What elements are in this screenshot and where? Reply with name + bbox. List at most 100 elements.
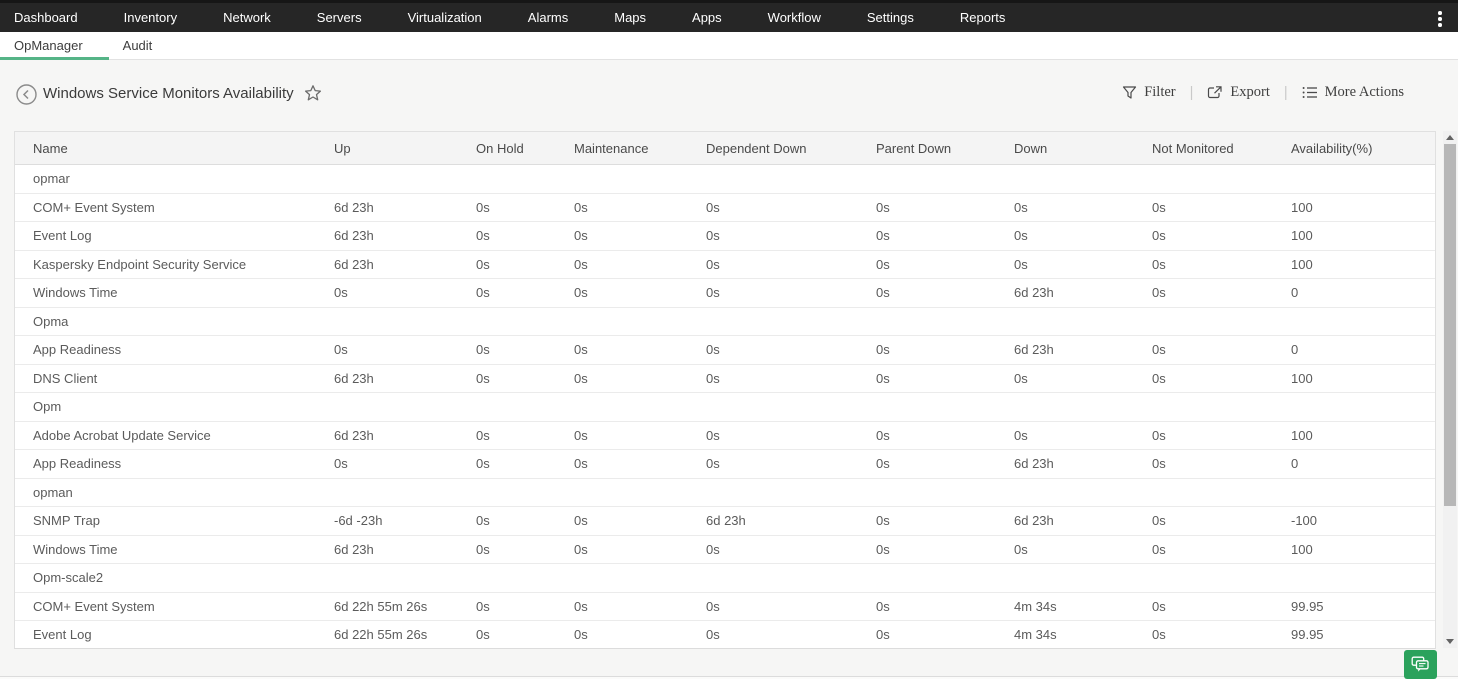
column-header-availability-[interactable]: Availability(%) [1291, 141, 1435, 156]
monitor-row[interactable]: Windows Time 0s 0s 0s 0s 0s 6d 23h 0s 0 [15, 279, 1435, 308]
monitor-row[interactable]: SNMP Trap -6d -23h 0s 0s 6d 23h 0s 6d 23h 0s -10… [15, 507, 1435, 536]
value-cell: 0s [334, 342, 348, 358]
value-cell: 0s [1014, 370, 1028, 386]
more-actions-button[interactable]: More Actions [1302, 84, 1404, 101]
nav-item-network[interactable]: Network [223, 10, 271, 25]
tab-opmanager[interactable]: OpManager [0, 32, 109, 60]
monitor-row[interactable]: Event Log 6d 23h 0s 0s 0s 0s 0s 0s 100 [15, 222, 1435, 251]
scrollbar-up-arrow-icon[interactable] [1443, 131, 1457, 144]
column-header-dependent-down[interactable]: Dependent Down [706, 141, 876, 156]
nav-item-alarms[interactable]: Alarms [528, 10, 568, 25]
monitor-row[interactable]: App Readiness 0s 0s 0s 0s 0s 6d 23h 0s 0 [15, 450, 1435, 479]
value-cell: 0s [706, 456, 720, 472]
value-cell: 6d 23h [706, 513, 746, 529]
value-cell: 100 [1291, 199, 1313, 215]
export-icon [1207, 85, 1223, 100]
value-cell: 0s [1014, 427, 1028, 443]
scrollbar-thumb[interactable] [1444, 144, 1456, 506]
column-header-on-hold[interactable]: On Hold [476, 141, 574, 156]
action-separator: | [1189, 84, 1194, 101]
device-group-row[interactable]: opmar [15, 165, 1435, 194]
value-cell: 0s [1152, 598, 1166, 614]
monitor-row[interactable]: Kaspersky Endpoint Security Service 6d 23… [15, 250, 1435, 279]
column-header-not-monitored[interactable]: Not Monitored [1152, 141, 1291, 156]
monitor-row[interactable]: App Readiness 0s 0s 0s 0s 0s 6d 23h 0s 0 [15, 336, 1435, 365]
filter-icon [1122, 85, 1137, 100]
kebab-menu-icon[interactable] [1432, 8, 1448, 30]
value-cell: 0s [1152, 541, 1166, 557]
tab-audit[interactable]: Audit [109, 32, 202, 60]
nav-item-maps[interactable]: Maps [614, 10, 646, 25]
value-cell: 0s [706, 342, 720, 358]
value-cell: 0s [476, 456, 490, 472]
action-label: Export [1230, 84, 1270, 100]
value-cell: 0s [1152, 427, 1166, 443]
value-cell: 0s [1014, 199, 1028, 215]
value-cell: 0s [706, 541, 720, 557]
monitor-row[interactable]: DNS Client 6d 23h 0s 0s 0s 0s 0s 0s 100 [15, 364, 1435, 393]
nav-item-reports[interactable]: Reports [960, 10, 1006, 25]
scrollbar-down-arrow-icon[interactable] [1443, 635, 1457, 648]
favorite-star-icon[interactable] [304, 84, 322, 102]
nav-item-workflow[interactable]: Workflow [768, 10, 821, 25]
monitor-row[interactable]: COM+ Event System 6d 22h 55m 26s 0s 0s 0s 0s 4… [15, 592, 1435, 621]
monitor-name-cell: Event Log [33, 627, 92, 643]
value-cell: -100 [1291, 513, 1318, 529]
column-header-parent-down[interactable]: Parent Down [876, 141, 1014, 156]
value-cell: 6d 23h [334, 427, 374, 443]
vertical-scrollbar[interactable] [1443, 131, 1457, 648]
nav-item-inventory[interactable]: Inventory [124, 10, 177, 25]
back-button[interactable] [16, 84, 37, 105]
value-cell: 0s [876, 199, 890, 215]
value-cell: 0s [876, 598, 890, 614]
action-label: Filter [1144, 84, 1176, 100]
monitor-row[interactable]: COM+ Event System 6d 23h 0s 0s 0s 0s 0s 0s 100 [15, 193, 1435, 222]
column-header-down[interactable]: Down [1014, 141, 1152, 156]
column-header-up[interactable]: Up [334, 141, 476, 156]
filter-button[interactable]: Filter [1122, 84, 1176, 101]
monitor-row[interactable]: Event Log 6d 22h 55m 26s 0s 0s 0s 0s 4m 34s 0s 9… [15, 621, 1435, 648]
value-cell: 100 [1291, 370, 1313, 386]
monitor-row[interactable]: Adobe Acrobat Update Service 6d 23h 0s 0s 0s… [15, 421, 1435, 450]
table-body: opmar COM+ Event System 6d 23h 0s 0s 0s 0s 0s 0s… [15, 165, 1435, 648]
device-group-label: Opm [33, 399, 62, 415]
column-header-maintenance[interactable]: Maintenance [574, 141, 706, 156]
value-cell: -6d -23h [334, 513, 383, 529]
value-cell: 0s [1014, 256, 1028, 272]
device-group-row[interactable]: opman [15, 478, 1435, 507]
value-cell: 0s [574, 598, 588, 614]
chat-bubbles-icon [1411, 656, 1429, 672]
nav-item-virtualization[interactable]: Virtualization [408, 10, 482, 25]
value-cell: 0s [876, 228, 890, 244]
monitor-name-cell: COM+ Event System [33, 199, 155, 215]
nav-item-settings[interactable]: Settings [867, 10, 914, 25]
value-cell: 0s [1152, 456, 1166, 472]
report-table: Name Up On Hold Maintenance Dependent Down Pa… [14, 131, 1436, 649]
device-group-label: Opm-scale2 [33, 570, 104, 586]
device-group-label: opman [33, 484, 73, 500]
value-cell: 0s [1152, 199, 1166, 215]
device-group-row[interactable]: Opma [15, 307, 1435, 336]
device-group-row[interactable]: Opm [15, 393, 1435, 422]
nav-item-apps[interactable]: Apps [692, 10, 722, 25]
value-cell: 0s [334, 285, 348, 301]
device-group-row[interactable]: Opm-scale2 [15, 564, 1435, 593]
title-row: Windows Service Monitors Availability Fi… [0, 82, 1458, 114]
chat-feedback-button[interactable] [1404, 650, 1437, 679]
value-cell: 0s [574, 256, 588, 272]
monitor-name-cell: Windows Time [33, 285, 118, 301]
monitor-row[interactable]: Windows Time 6d 23h 0s 0s 0s 0s 0s 0s 100 [15, 535, 1435, 564]
nav-item-dashboard[interactable]: Dashboard [14, 10, 78, 25]
export-button[interactable]: Export [1207, 84, 1270, 101]
value-cell: 0s [574, 456, 588, 472]
table-header-row: Name Up On Hold Maintenance Dependent Down Pa… [15, 132, 1435, 165]
monitor-name-cell: Adobe Acrobat Update Service [33, 427, 211, 443]
nav-item-servers[interactable]: Servers [317, 10, 362, 25]
device-group-label: opmar [33, 171, 70, 187]
value-cell: 0s [574, 627, 588, 643]
value-cell: 0s [706, 427, 720, 443]
column-header-name[interactable]: Name [15, 141, 334, 156]
monitor-name-cell: App Readiness [33, 456, 122, 472]
value-cell: 0s [1152, 627, 1166, 643]
monitor-name-cell: DNS Client [33, 370, 98, 386]
